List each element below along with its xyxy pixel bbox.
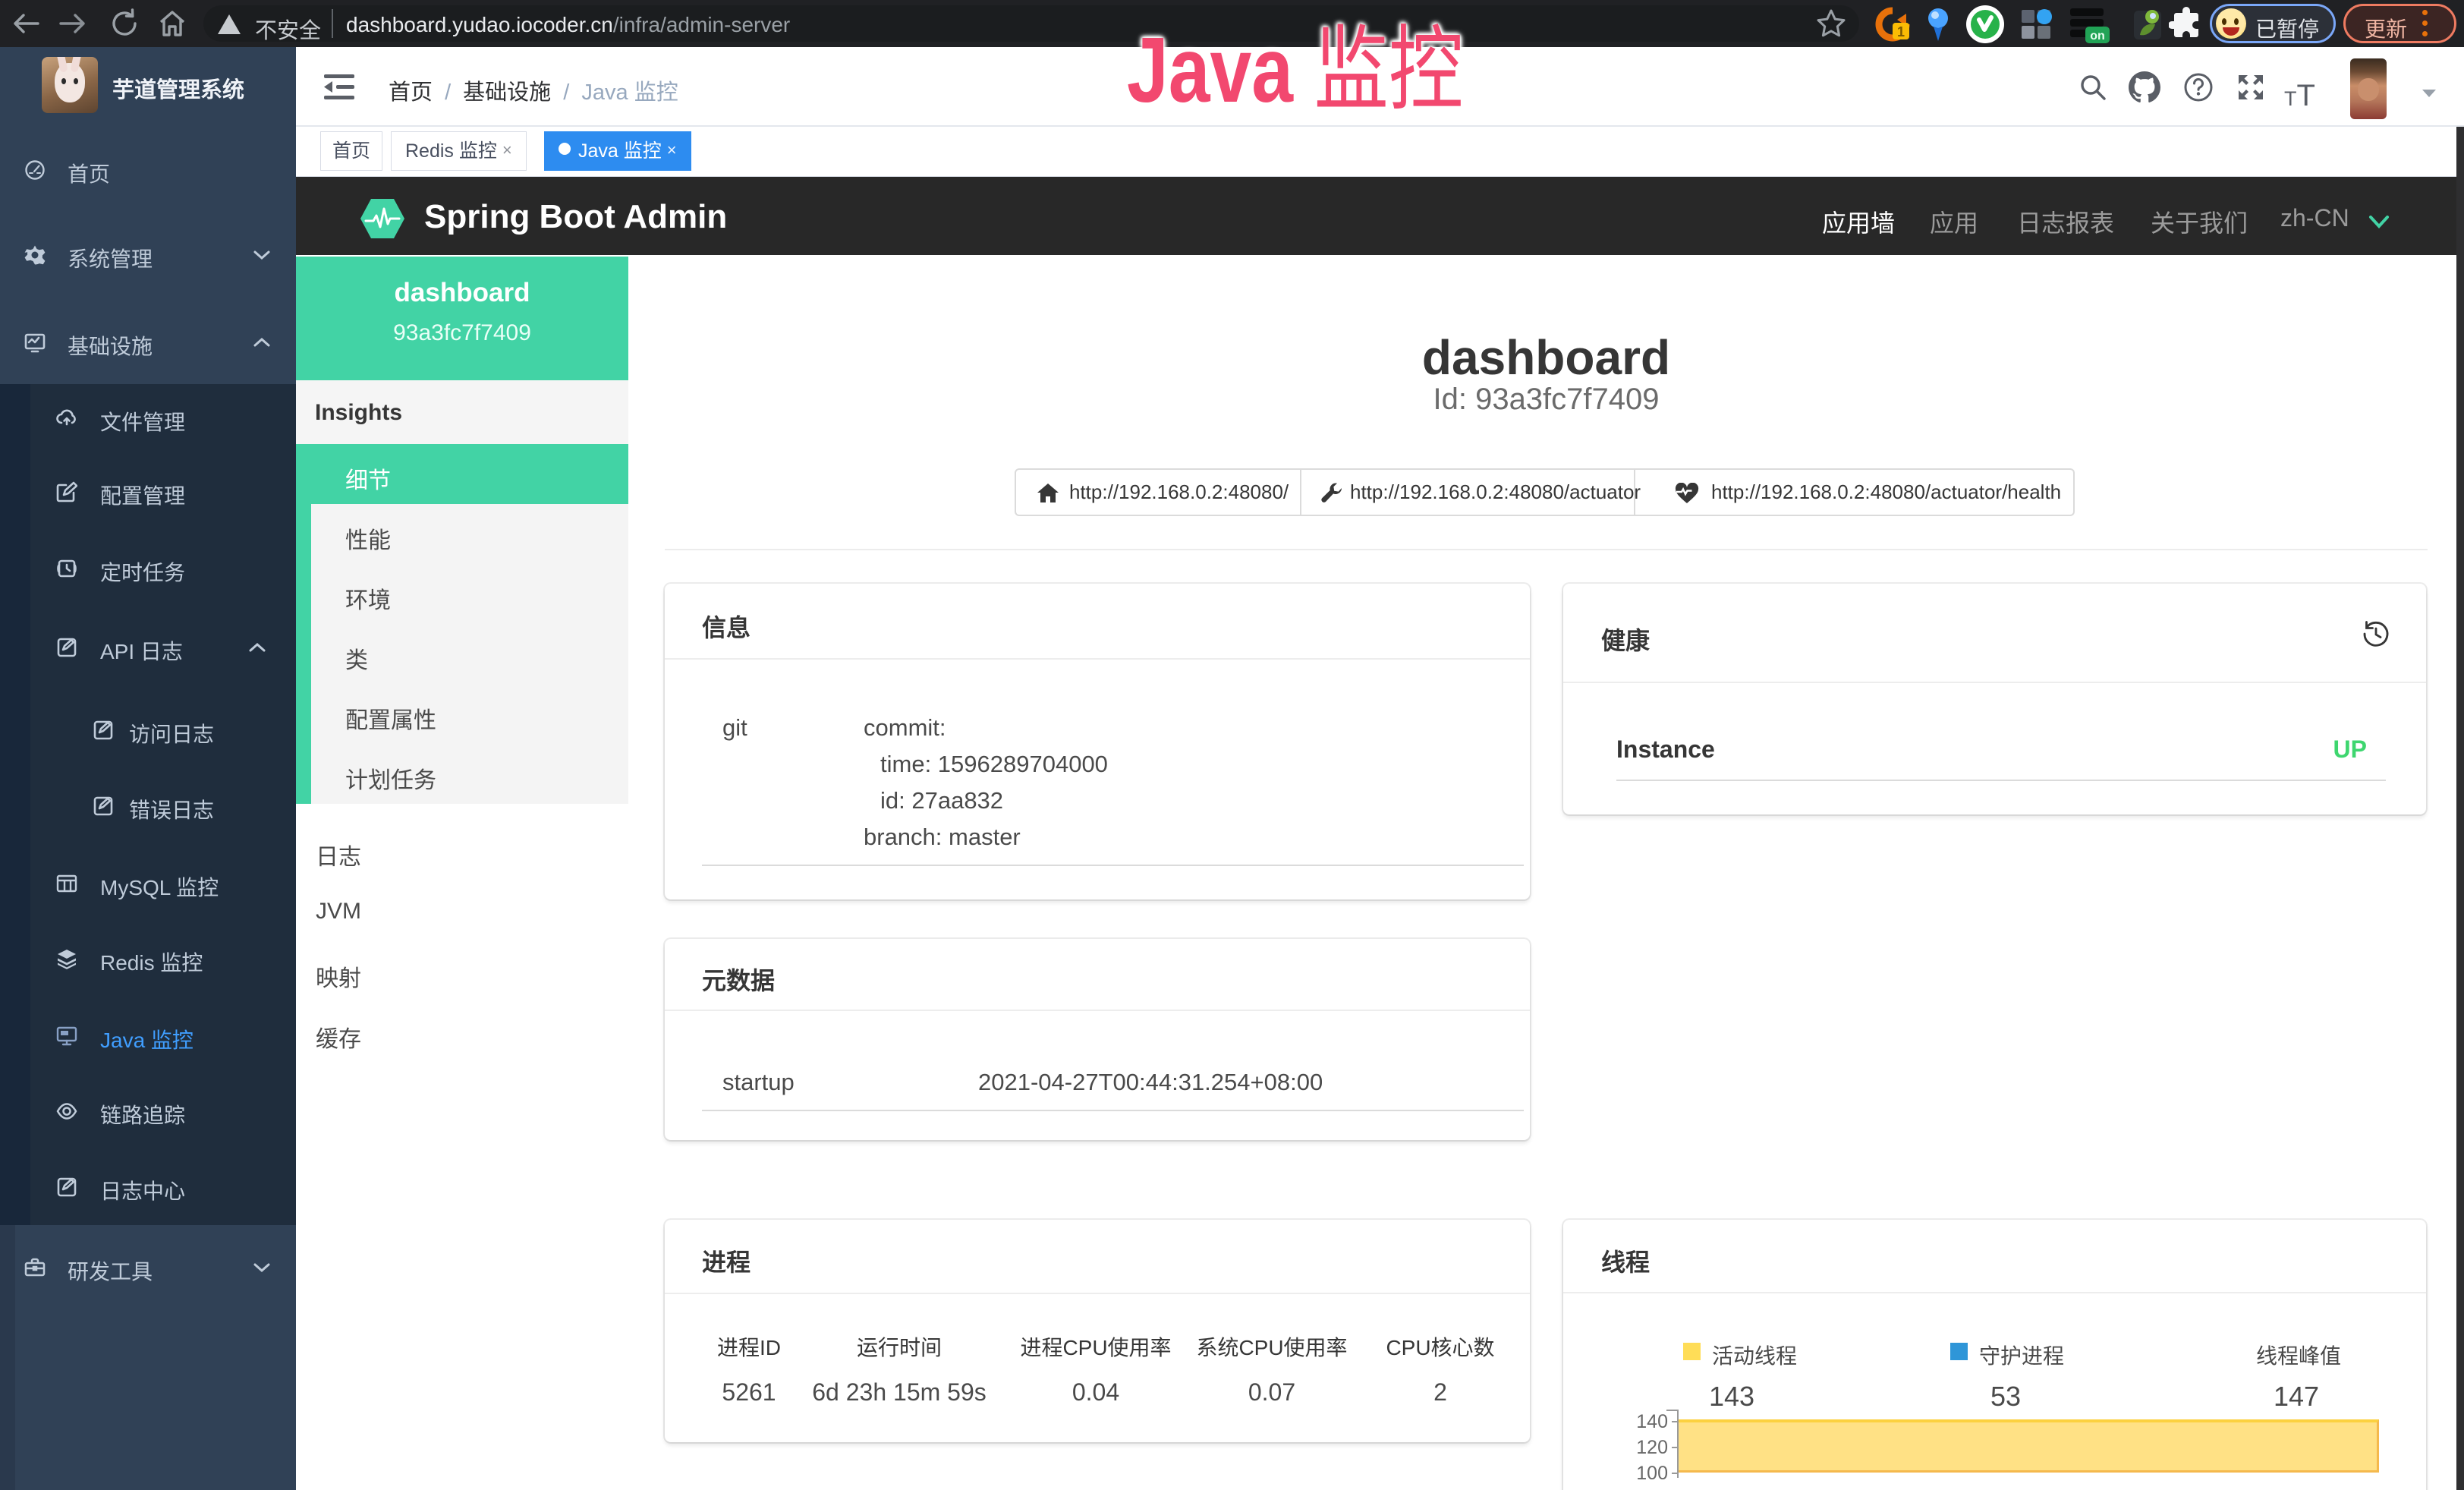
svg-text:1: 1: [1897, 24, 1905, 39]
svg-text:on: on: [2090, 30, 2105, 43]
